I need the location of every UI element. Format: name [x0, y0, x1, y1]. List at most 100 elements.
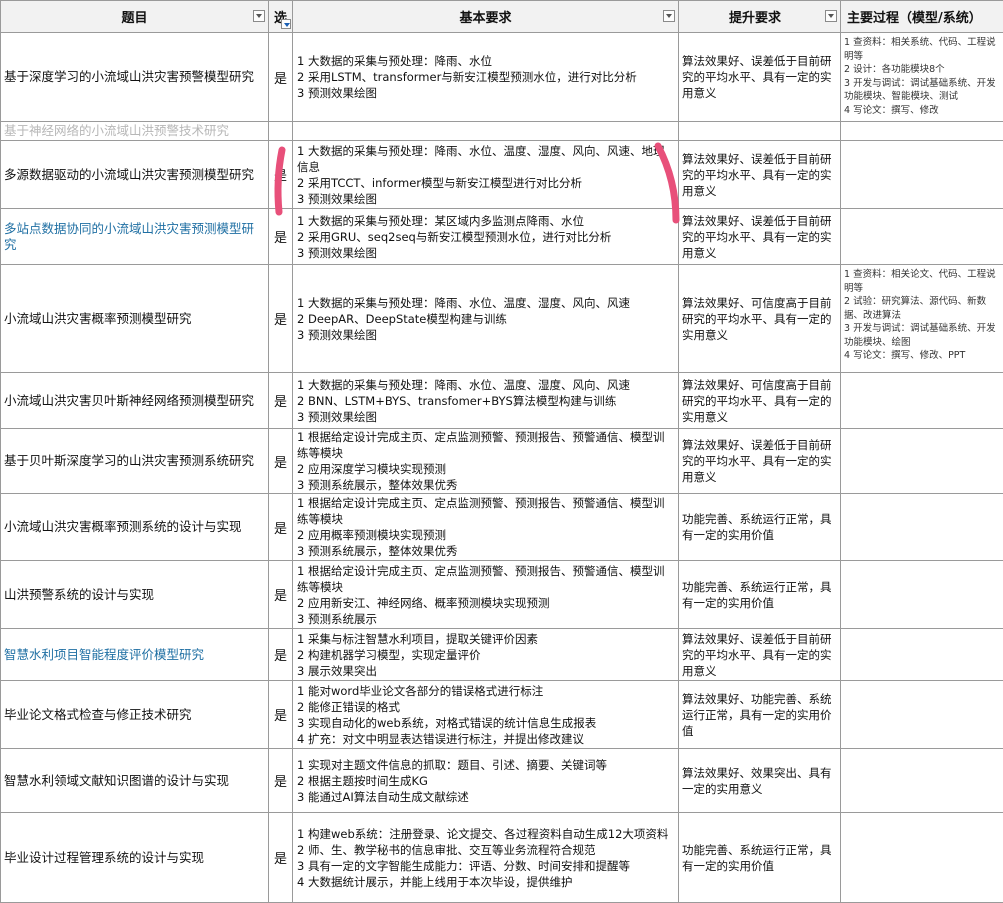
cell-selected[interactable]: 是	[269, 494, 293, 561]
cell-improve[interactable]: 算法效果好、误差低于目前研究的平均水平、具有一定的实用意义	[679, 629, 841, 681]
cell-process[interactable]	[841, 561, 1003, 629]
process-line: 2 设计：各功能模块8个	[844, 63, 1000, 77]
process-line: 4 写论文：撰写、修改、PPT	[844, 349, 1000, 363]
cell-basic[interactable]: 1 根据给定设计完成主页、定点监测预警、预测报告、预警通信、模型训练等模块2 应…	[293, 494, 679, 561]
cell-improve[interactable]: 功能完善、系统运行正常，具有一定的实用价值	[679, 813, 841, 903]
process-line: 1 查资料：相关系统、代码、工程说明等	[844, 36, 1000, 63]
filter-dropdown-icon[interactable]	[663, 10, 675, 22]
basic-line: 4 扩充：对文中明显表达错误进行标注，并提出修改建议	[297, 731, 675, 747]
cell-process[interactable]: 1 查资料：相关系统、代码、工程说明等2 设计：各功能模块8个3 开发与调试：调…	[841, 33, 1003, 122]
table-row: 多站点数据协同的小流域山洪灾害预测模型研究是1 大数据的采集与预处理：某区域内多…	[1, 209, 1003, 265]
cell-topic[interactable]: 智慧水利项目智能程度评价模型研究	[1, 629, 269, 681]
cell-basic[interactable]: 1 大数据的采集与预处理：降雨、水位、温度、湿度、风向、风速、地理信息2 采用T…	[293, 141, 679, 209]
cell-improve[interactable]: 功能完善、系统运行正常，具有一定的实用价值	[679, 561, 841, 629]
cell-improve[interactable]: 算法效果好、可信度高于目前研究的平均水平、具有一定的实用意义	[679, 265, 841, 373]
table-row: 多源数据驱动的小流域山洪灾害预测模型研究是1 大数据的采集与预处理：降雨、水位、…	[1, 141, 1003, 209]
header-process[interactable]: 主要过程（模型/系统）	[841, 1, 1003, 33]
basic-line: 1 大数据的采集与预处理：降雨、水位、温度、湿度、风向、风速	[297, 295, 675, 311]
cell-process[interactable]	[841, 429, 1003, 494]
cell-selected[interactable]: 是	[269, 429, 293, 494]
cell-selected[interactable]: 是	[269, 749, 293, 813]
basic-line: 3 预测系统展示，整体效果优秀	[297, 477, 675, 493]
cell-topic[interactable]: 毕业论文格式检查与修正技术研究	[1, 681, 269, 749]
cell-basic[interactable]: 1 根据给定设计完成主页、定点监测预警、预测报告、预警通信、模型训练等模块2 应…	[293, 429, 679, 494]
cell-improve[interactable]: 算法效果好、可信度高于目前研究的平均水平、具有一定的实用意义	[679, 373, 841, 429]
cell-basic[interactable]: 1 构建web系统：注册登录、论文提交、各过程资料自动生成12大项资料2 师、生…	[293, 813, 679, 903]
cell-basic[interactable]: 1 实现对主题文件信息的抓取：题目、引述、摘要、关键词等2 根据主题按时间生成K…	[293, 749, 679, 813]
cell-basic[interactable]	[293, 122, 679, 141]
cell-improve[interactable]: 算法效果好、误差低于目前研究的平均水平、具有一定的实用意义	[679, 141, 841, 209]
cell-selected[interactable]: 是	[269, 141, 293, 209]
cell-topic[interactable]: 多站点数据协同的小流域山洪灾害预测模型研究	[1, 209, 269, 265]
cell-basic[interactable]: 1 大数据的采集与预处理：降雨、水位、温度、湿度、风向、风速2 DeepAR、D…	[293, 265, 679, 373]
cell-process[interactable]	[841, 494, 1003, 561]
basic-line: 1 根据给定设计完成主页、定点监测预警、预测报告、预警通信、模型训练等模块	[297, 429, 675, 461]
cell-process[interactable]: 1 查资料：相关论文、代码、工程说明等2 试验：研究算法、源代码、新数据、改进算…	[841, 265, 1003, 373]
cell-improve[interactable]: 算法效果好、功能完善、系统运行正常，具有一定的实用价值	[679, 681, 841, 749]
table-row: 毕业论文格式检查与修正技术研究是1 能对word毕业论文各部分的错误格式进行标注…	[1, 681, 1003, 749]
header-basic[interactable]: 基本要求	[293, 1, 679, 33]
cell-basic[interactable]: 1 大数据的采集与预处理：某区域内多监测点降雨、水位2 采用GRU、seq2se…	[293, 209, 679, 265]
cell-improve[interactable]: 算法效果好、误差低于目前研究的平均水平、具有一定的实用意义	[679, 209, 841, 265]
filter-dropdown-icon[interactable]	[825, 10, 837, 22]
cell-topic[interactable]: 山洪预警系统的设计与实现	[1, 561, 269, 629]
cell-selected[interactable]: 是	[269, 209, 293, 265]
cell-topic[interactable]: 基于深度学习的小流域山洪灾害预警模型研究	[1, 33, 269, 122]
cell-process[interactable]	[841, 373, 1003, 429]
cell-basic[interactable]: 1 根据给定设计完成主页、定点监测预警、预测报告、预警通信、模型训练等模块2 应…	[293, 561, 679, 629]
filter-active-icon[interactable]	[281, 19, 291, 29]
cell-improve[interactable]: 算法效果好、误差低于目前研究的平均水平、具有一定的实用意义	[679, 429, 841, 494]
cell-selected[interactable]: 是	[269, 373, 293, 429]
cell-basic[interactable]: 1 大数据的采集与预处理：降雨、水位、温度、湿度、风向、风速2 BNN、LSTM…	[293, 373, 679, 429]
basic-line: 1 大数据的采集与预处理：降雨、水位、温度、湿度、风向、风速	[297, 377, 675, 393]
basic-line: 2 应用概率预测模块实现预测	[297, 527, 675, 543]
basic-line: 3 实现自动化的web系统，对格式错误的统计信息生成报表	[297, 715, 675, 731]
basic-line: 2 DeepAR、DeepState模型构建与训练	[297, 311, 675, 327]
cell-selected[interactable]: 是	[269, 681, 293, 749]
header-selected[interactable]: 选	[269, 1, 293, 33]
cell-process[interactable]	[841, 122, 1003, 141]
cell-topic[interactable]: 毕业设计过程管理系统的设计与实现	[1, 813, 269, 903]
basic-line: 2 根据主题按时间生成KG	[297, 773, 675, 789]
basic-line: 2 采用TCCT、informer模型与新安江模型进行对比分析	[297, 175, 675, 191]
cell-topic[interactable]: 基于神经网络的小流域山洪预警技术研究	[1, 122, 269, 141]
cell-selected[interactable]: 是	[269, 629, 293, 681]
cell-process[interactable]	[841, 629, 1003, 681]
cell-topic[interactable]: 小流域山洪灾害概率预测系统的设计与实现	[1, 494, 269, 561]
basic-line: 1 实现对主题文件信息的抓取：题目、引述、摘要、关键词等	[297, 757, 675, 773]
cell-improve[interactable]: 算法效果好、误差低于目前研究的平均水平、具有一定的实用意义	[679, 33, 841, 122]
table-row: 山洪预警系统的设计与实现是1 根据给定设计完成主页、定点监测预警、预测报告、预警…	[1, 561, 1003, 629]
table-row: 智慧水利项目智能程度评价模型研究是1 采集与标注智慧水利项目，提取关键评价因素2…	[1, 629, 1003, 681]
cell-topic[interactable]: 小流域山洪灾害概率预测模型研究	[1, 265, 269, 373]
basic-line: 1 大数据的采集与预处理：降雨、水位	[297, 53, 675, 69]
cell-selected[interactable]	[269, 122, 293, 141]
cell-process[interactable]	[841, 813, 1003, 903]
cell-selected[interactable]: 是	[269, 265, 293, 373]
cell-topic[interactable]: 多源数据驱动的小流域山洪灾害预测模型研究	[1, 141, 269, 209]
filter-dropdown-icon[interactable]	[253, 10, 265, 22]
header-topic[interactable]: 题目	[1, 1, 269, 33]
cell-process[interactable]	[841, 681, 1003, 749]
cell-process[interactable]	[841, 749, 1003, 813]
cell-process[interactable]	[841, 141, 1003, 209]
cell-selected[interactable]: 是	[269, 33, 293, 122]
basic-line: 1 构建web系统：注册登录、论文提交、各过程资料自动生成12大项资料	[297, 826, 675, 842]
cell-topic[interactable]: 智慧水利领域文献知识图谱的设计与实现	[1, 749, 269, 813]
cell-basic[interactable]: 1 大数据的采集与预处理：降雨、水位2 采用LSTM、transformer与新…	[293, 33, 679, 122]
basic-line: 3 具有一定的文字智能生成能力：评语、分数、时间安排和提醒等	[297, 858, 675, 874]
process-line: 3 开发与调试：调试基础系统、开发功能模块、绘图	[844, 322, 1000, 349]
header-improve[interactable]: 提升要求	[679, 1, 841, 33]
header-process-label: 主要过程（模型/系统）	[847, 11, 982, 26]
cell-improve[interactable]: 功能完善、系统运行正常，具有一定的实用价值	[679, 494, 841, 561]
cell-topic[interactable]: 小流域山洪灾害贝叶斯神经网络预测模型研究	[1, 373, 269, 429]
basic-line: 2 能修正错误的格式	[297, 699, 675, 715]
cell-basic[interactable]: 1 采集与标注智慧水利项目，提取关键评价因素2 构建机器学习模型，实现定量评价3…	[293, 629, 679, 681]
cell-basic[interactable]: 1 能对word毕业论文各部分的错误格式进行标注2 能修正错误的格式3 实现自动…	[293, 681, 679, 749]
cell-selected[interactable]: 是	[269, 813, 293, 903]
cell-topic[interactable]: 基于贝叶斯深度学习的山洪灾害预测系统研究	[1, 429, 269, 494]
cell-improve[interactable]	[679, 122, 841, 141]
cell-selected[interactable]: 是	[269, 561, 293, 629]
cell-process[interactable]	[841, 209, 1003, 265]
table-row: 小流域山洪灾害贝叶斯神经网络预测模型研究是1 大数据的采集与预处理：降雨、水位、…	[1, 373, 1003, 429]
cell-improve[interactable]: 算法效果好、效果突出、具有一定的实用意义	[679, 749, 841, 813]
